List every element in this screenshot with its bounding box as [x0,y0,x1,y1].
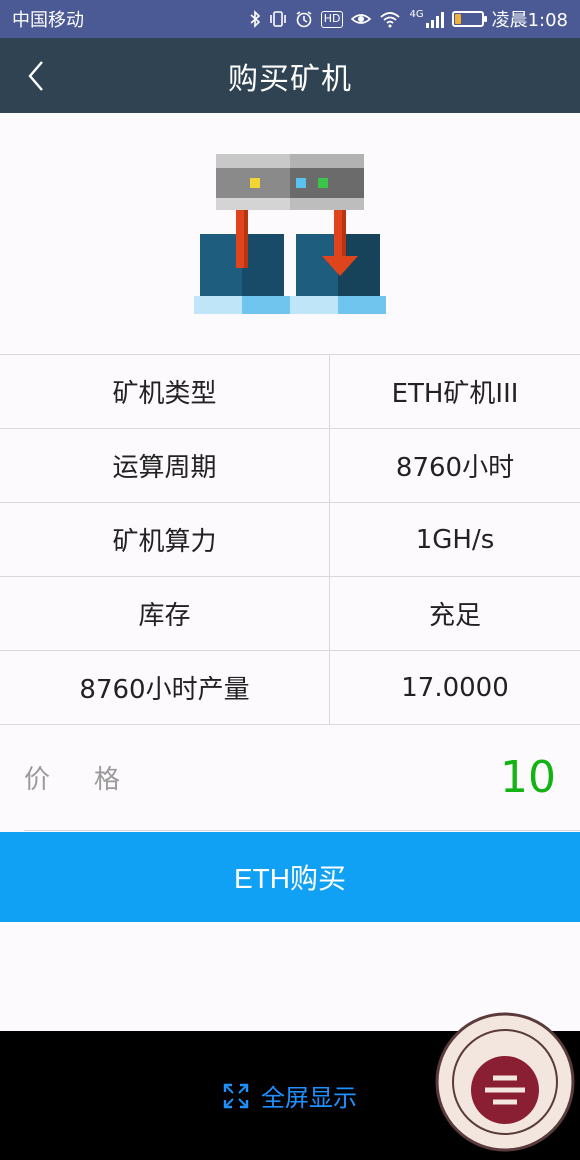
network-type: 4G [409,9,424,20]
spec-value: 充足 [428,601,481,631]
spec-value: 1GH/s [415,524,495,555]
spec-label: 8760小时产量 [0,651,330,724]
price-label: 价格 [24,765,165,795]
chevron-left-icon [28,61,43,91]
spec-label: 矿机类型 [0,355,330,428]
eye-icon [351,10,372,28]
page-title: 购买矿机 [228,61,352,97]
spec-value: ETH矿机III [391,379,519,409]
watermark-seal [435,1012,575,1152]
wifi-icon [379,10,401,28]
table-row: 8760小时产量 17.0000 [0,651,580,725]
mining-machine-icon [194,154,386,314]
price-row: 价格 10 [24,725,580,831]
battery-icon [451,11,487,27]
fullscreen-button[interactable]: 全屏显示 [223,1078,357,1113]
table-row: 矿机类型 ETH矿机III [0,355,580,429]
alarm-icon [295,10,313,28]
mining-machine-illustration [0,113,580,355]
table-row: 矿机算力 1GH/s [0,503,580,577]
table-row: 库存 充足 [0,577,580,651]
status-bar: 中国移动 HD 4G 凌晨1:08 [0,0,580,38]
bluetooth-icon [249,10,261,28]
back-button[interactable] [22,56,52,96]
spec-table: 矿机类型 ETH矿机III 运算周期 8760小时 矿机算力 1GH/s 库存 … [0,354,580,725]
signal-icon: 4G [409,9,444,28]
spec-label: 运算周期 [0,429,330,502]
hd-icon: HD [320,10,344,28]
clock: 凌晨1:08 [491,10,568,31]
spec-label: 库存 [0,577,330,650]
table-row: 运算周期 8760小时 [0,429,580,503]
carrier-name: 中国移动 [12,10,84,31]
status-icons: HD 4G 凌晨1:08 [249,6,568,32]
fullscreen-label: 全屏显示 [261,1084,357,1112]
app-header: 购买矿机 [0,38,580,113]
spec-value: 8760小时 [395,453,515,483]
spec-value: 17.0000 [401,672,509,703]
vibrate-icon [269,10,287,28]
spec-label: 矿机算力 [0,503,330,576]
price-value: 10 [500,752,556,803]
expand-icon [223,1083,249,1108]
eth-buy-button[interactable]: ETH购买 [0,832,580,922]
